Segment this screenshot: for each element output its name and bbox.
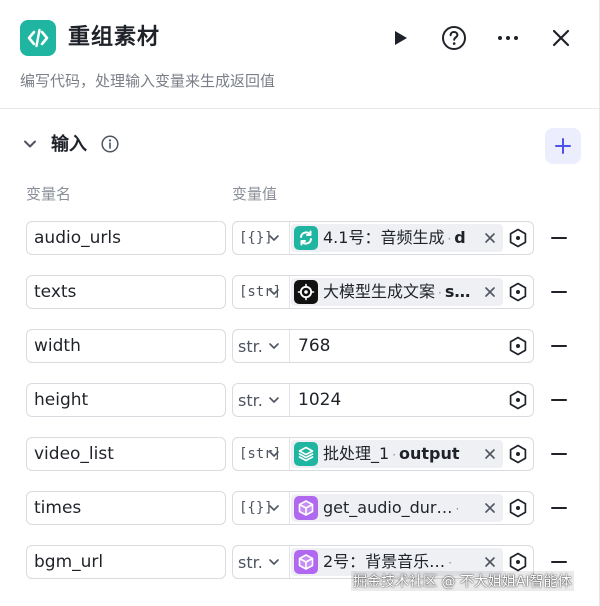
remove-row-button[interactable] [550, 337, 568, 355]
reference-label: 大模型生成文案 · s… [323, 282, 471, 301]
cube-icon [294, 496, 318, 520]
variable-picker-icon[interactable] [508, 444, 528, 464]
play-icon [395, 31, 407, 45]
remove-row-button[interactable] [550, 553, 568, 571]
variable-picker-icon[interactable] [508, 336, 528, 356]
remove-row-button[interactable] [550, 499, 568, 517]
reference-tag[interactable]: 批处理_1 · output [291, 440, 503, 468]
variable-value-field: str. 768 [232, 329, 534, 363]
more-icon [498, 36, 518, 40]
input-section-title: 输入 [51, 134, 87, 155]
close-icon [552, 29, 570, 47]
loop-icon [294, 226, 318, 250]
input-row: audio_urls [{}] 4.1号：音频生成 · d [0, 221, 600, 257]
type-selector[interactable]: str. [233, 546, 290, 578]
plus-icon [555, 138, 571, 154]
chevron-down-icon [269, 505, 279, 511]
input-row: height str. 1024 [0, 383, 600, 419]
column-header-value: 变量值 [232, 185, 278, 203]
question-icon [442, 26, 466, 50]
type-selector[interactable]: [{}] [233, 222, 290, 254]
help-button[interactable] [438, 22, 470, 54]
type-label: str. [238, 390, 263, 410]
variable-picker-icon[interactable] [508, 390, 528, 410]
variable-value-input[interactable]: 768 [298, 330, 330, 362]
reference-label: 批处理_1 · output [323, 444, 460, 463]
more-button[interactable] [492, 22, 524, 54]
variable-value-field: [str] 大模型生成文案 · s… [232, 275, 534, 309]
layers-icon [294, 442, 318, 466]
type-label: str. [238, 552, 263, 572]
page-title: 重组素材 [68, 25, 161, 50]
input-row: times [{}] get_audio_dur… · [0, 491, 600, 527]
info-icon[interactable] [101, 135, 119, 153]
input-row: width str. 768 [0, 329, 600, 365]
cube-icon [294, 550, 318, 574]
reference-label: 4.1号：音频生成 · d [323, 228, 466, 247]
variable-name-input[interactable]: height [26, 383, 226, 417]
reference-tag[interactable]: 4.1号：音频生成 · d [291, 224, 503, 252]
variable-name-input[interactable]: width [26, 329, 226, 363]
remove-reference-icon[interactable] [483, 285, 497, 299]
add-input-button[interactable] [545, 128, 581, 164]
variable-picker-icon[interactable] [508, 552, 528, 572]
type-selector[interactable]: [str] [233, 438, 290, 470]
variable-picker-icon[interactable] [508, 498, 528, 518]
remove-row-button[interactable] [550, 283, 568, 301]
input-row: video_list [str] 批处理_1 · output [0, 437, 600, 473]
type-label: str. [238, 336, 263, 356]
variable-name-input[interactable]: texts [26, 275, 226, 309]
remove-reference-icon[interactable] [483, 501, 497, 515]
variable-name-input[interactable]: audio_urls [26, 221, 226, 255]
variable-picker-icon[interactable] [508, 282, 528, 302]
chevron-down-icon [269, 397, 279, 403]
variable-name-input[interactable]: video_list [26, 437, 226, 471]
type-selector[interactable]: [str] [233, 276, 290, 308]
chevron-down-icon [269, 451, 279, 457]
remove-reference-icon[interactable] [483, 555, 497, 569]
chevron-down-icon [269, 289, 279, 295]
type-selector[interactable]: str. [233, 384, 290, 416]
variable-value-field: [{}] get_audio_dur… · [232, 491, 534, 525]
remove-reference-icon[interactable] [483, 231, 497, 245]
type-selector[interactable]: str. [233, 330, 290, 362]
node-description: 编写代码，处理输入变量来生成返回值 [20, 72, 276, 90]
watermark: 掘金技术社区 @ 不大姐姐AI智能体 [351, 571, 574, 591]
chevron-down-icon[interactable] [20, 134, 40, 154]
code-node-icon [20, 20, 56, 56]
remove-row-button[interactable] [550, 391, 568, 409]
chevron-down-icon [269, 235, 279, 241]
panel-header: 重组素材 [0, 0, 600, 72]
chevron-down-icon [269, 343, 279, 349]
reference-tag[interactable]: get_audio_dur… · [291, 494, 503, 522]
input-section-header: 输入 [0, 124, 600, 168]
header-divider [0, 108, 600, 109]
run-button[interactable] [384, 22, 416, 54]
chevron-down-icon [269, 559, 279, 565]
variable-picker-icon[interactable] [508, 228, 528, 248]
type-selector[interactable]: [{}] [233, 492, 290, 524]
variable-value-field: [str] 批处理_1 · output [232, 437, 534, 471]
reference-tag[interactable]: 大模型生成文案 · s… [291, 278, 503, 306]
variable-name-input[interactable]: bgm_url [26, 545, 226, 579]
remove-row-button[interactable] [550, 445, 568, 463]
column-header-name: 变量名 [26, 185, 72, 203]
variable-value-field: [{}] 4.1号：音频生成 · d [232, 221, 534, 255]
reference-label: get_audio_dur… · [323, 498, 460, 517]
variable-name-input[interactable]: times [26, 491, 226, 525]
variable-value-field: str. 1024 [232, 383, 534, 417]
remove-reference-icon[interactable] [483, 447, 497, 461]
input-row: texts [str] 大模型生成文案 · s… [0, 275, 600, 311]
llm-icon [294, 280, 318, 304]
close-button[interactable] [545, 22, 577, 54]
remove-row-button[interactable] [550, 229, 568, 247]
code-node-panel: 重组素材 编写代码，处理输入变量来生成返回值 输入 变量名 变量值 audio_… [0, 0, 600, 606]
variable-value-input[interactable]: 1024 [298, 384, 341, 416]
